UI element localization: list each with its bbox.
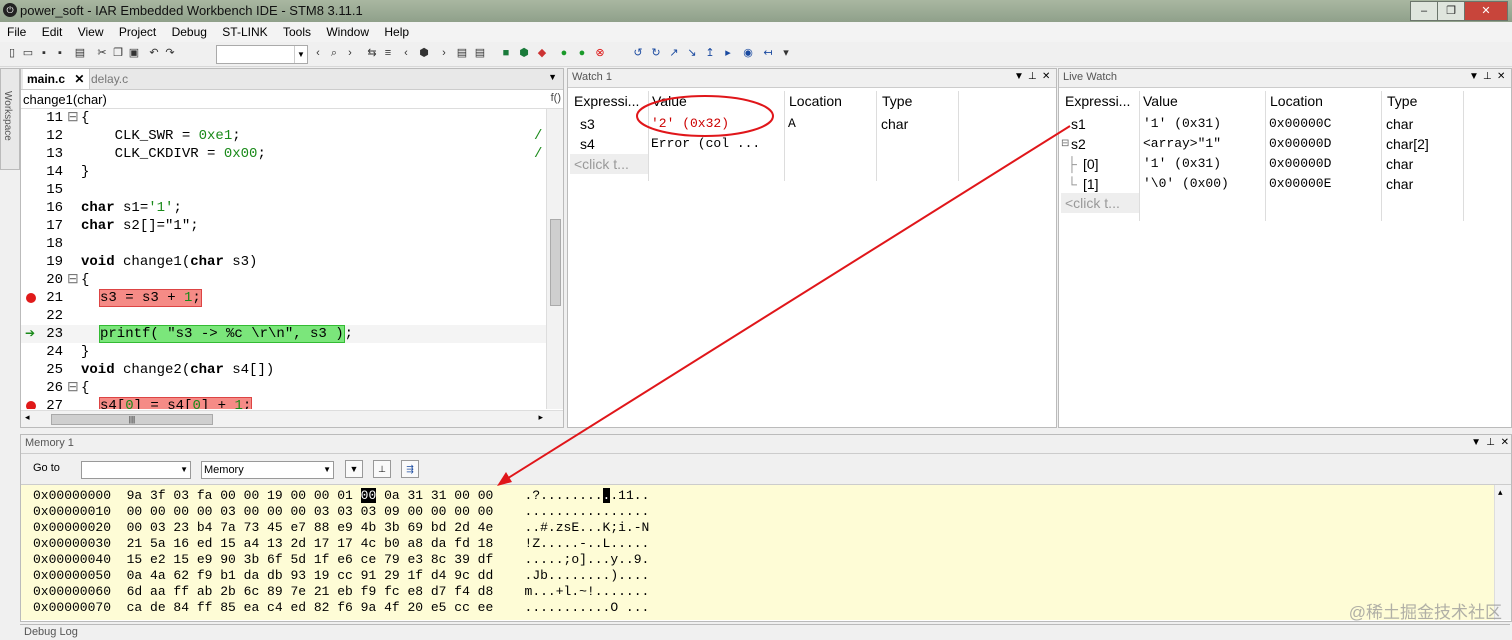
annotation-arrow-line: [504, 125, 1071, 481]
annotation-overlay: [497, 95, 1071, 486]
annotation-arrow-head: [497, 472, 512, 486]
annotation-ellipse: [636, 95, 774, 137]
